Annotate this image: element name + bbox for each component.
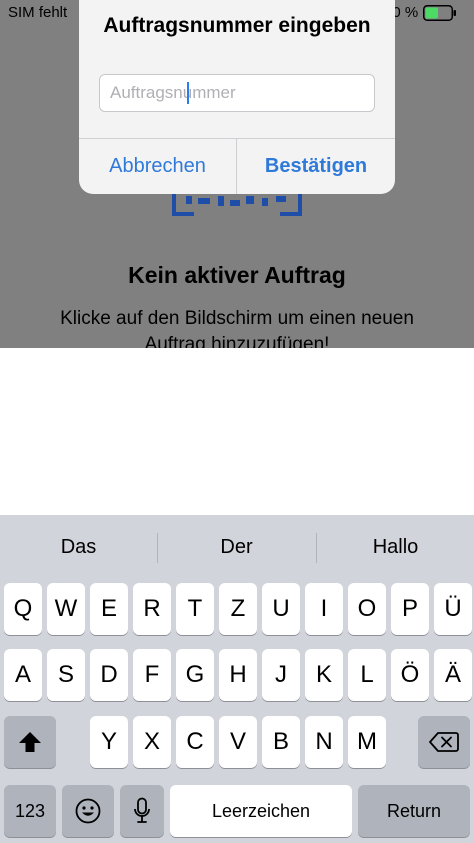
key-oe[interactable]: Ö [391, 649, 429, 701]
return-key[interactable]: Return [358, 785, 470, 837]
key-g[interactable]: G [176, 649, 214, 701]
backspace-key[interactable] [418, 716, 470, 768]
key-ae[interactable]: Ä [434, 649, 472, 701]
empty-state-title: Kein aktiver Auftrag [128, 262, 346, 288]
microphone-icon [134, 797, 150, 823]
emoji-key[interactable] [62, 785, 114, 837]
key-ue[interactable]: Ü [434, 583, 472, 635]
shift-arrow-icon [19, 732, 41, 752]
key-w[interactable]: W [47, 583, 85, 635]
key-x[interactable]: X [133, 716, 171, 768]
key-c[interactable]: C [176, 716, 214, 768]
key-e[interactable]: E [90, 583, 128, 635]
suggestion-1[interactable]: Das [0, 515, 157, 579]
suggestion-3[interactable]: Hallo [317, 515, 474, 579]
text-caret [187, 82, 189, 104]
key-u[interactable]: U [262, 583, 300, 635]
key-a[interactable]: A [4, 649, 42, 701]
suggestion-2[interactable]: Der [158, 515, 315, 579]
key-j[interactable]: J [262, 649, 300, 701]
key-i[interactable]: I [305, 583, 343, 635]
predictive-bar: Das Der Hallo [0, 515, 474, 579]
key-v[interactable]: V [219, 716, 257, 768]
key-f[interactable]: F [133, 649, 171, 701]
key-p[interactable]: P [391, 583, 429, 635]
key-b[interactable]: B [262, 716, 300, 768]
key-s[interactable]: S [47, 649, 85, 701]
cancel-button[interactable]: Abbrechen [79, 139, 236, 194]
numbers-key[interactable]: 123 [4, 785, 56, 837]
backspace-icon [429, 732, 459, 752]
key-n[interactable]: N [305, 716, 343, 768]
battery-icon [423, 5, 456, 21]
emoji-smiley-icon [75, 798, 101, 824]
order-number-alert: Auftragsnummer eingeben Abbrechen Bestät… [79, 0, 395, 194]
dictation-key[interactable] [120, 785, 164, 837]
key-h[interactable]: H [219, 649, 257, 701]
key-o[interactable]: O [348, 583, 386, 635]
onscreen-keyboard: Das Der Hallo Q W E R T Z U I O P Ü A S … [0, 515, 474, 843]
shift-key[interactable] [4, 716, 56, 768]
key-m[interactable]: M [348, 716, 386, 768]
empty-state-description: Klicke auf den Bildschirm um einen neuen… [60, 308, 414, 348]
key-z[interactable]: Z [219, 583, 257, 635]
key-d[interactable]: D [90, 649, 128, 701]
confirm-button[interactable]: Bestätigen [237, 139, 395, 194]
order-number-input[interactable] [99, 74, 375, 112]
key-r[interactable]: R [133, 583, 171, 635]
key-k[interactable]: K [305, 649, 343, 701]
space-key[interactable]: Leerzeichen [170, 785, 352, 837]
key-l[interactable]: L [348, 649, 386, 701]
key-t[interactable]: T [176, 583, 214, 635]
key-q[interactable]: Q [4, 583, 42, 635]
key-y[interactable]: Y [90, 716, 128, 768]
alert-title: Auftragsnummer eingeben [103, 14, 371, 37]
